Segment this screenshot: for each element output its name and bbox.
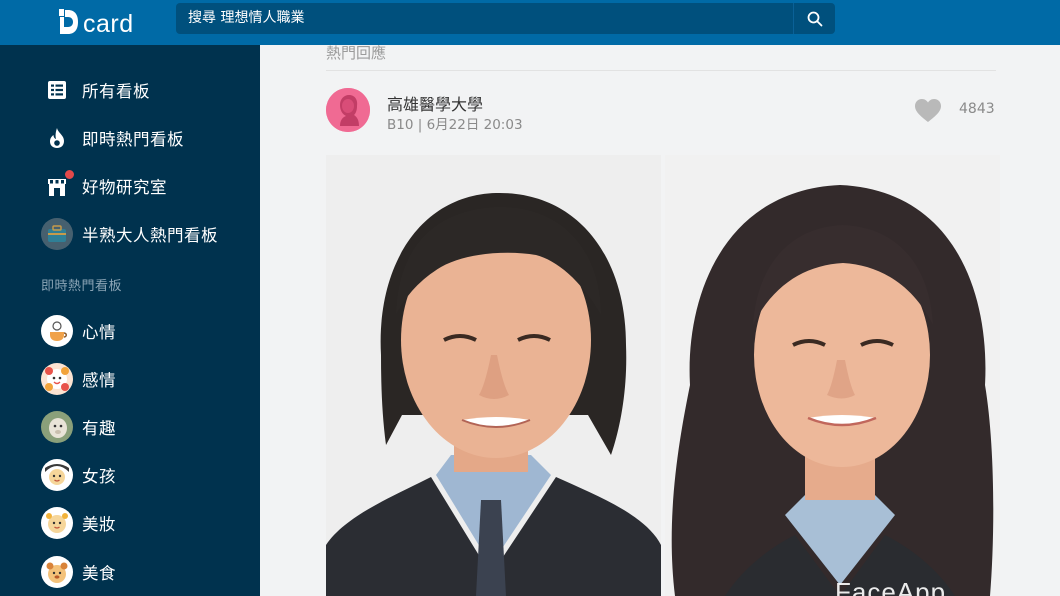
makeup-icon: [41, 507, 73, 539]
dcard-logo[interactable]: card: [58, 6, 134, 38]
sidebar-item-label: 好物研究室: [82, 178, 167, 197]
sidebar-item-hot-boards[interactable]: 即時熱門看板: [0, 116, 260, 160]
briefcase-icon: [41, 218, 73, 250]
relationship-icon: [41, 363, 73, 395]
search-input[interactable]: 搜尋 理想情人職業: [176, 3, 793, 34]
female-avatar-icon: [326, 88, 370, 132]
section-title-hot-boards: 即時熱門看板: [41, 279, 123, 294]
sidebar-item-all-boards[interactable]: 所有看板: [0, 68, 260, 112]
sidebar-item-good-stuff-lab[interactable]: 好物研究室: [0, 164, 260, 208]
food-icon: [41, 556, 73, 588]
funny-icon: [41, 411, 73, 443]
sidebar-item-label: 感情: [82, 371, 116, 390]
board-list-icon: [41, 74, 73, 106]
sidebar-item-makeup[interactable]: 美妝: [0, 501, 260, 545]
search-icon: [807, 11, 822, 26]
post-meta: B10 | 6月22日 20:03: [387, 117, 523, 133]
post-image-original[interactable]: [326, 155, 661, 596]
sidebar-item-food[interactable]: 美食: [0, 550, 260, 594]
sidebar-item-girl[interactable]: 女孩: [0, 453, 260, 497]
fire-icon: [41, 122, 73, 154]
like-button[interactable]: [914, 98, 942, 124]
sidebar-item-label: 心情: [82, 323, 116, 342]
girl-icon: [41, 459, 73, 491]
sidebar-item-label: 有趣: [82, 419, 116, 438]
section-heading: 熱門回應: [326, 44, 387, 62]
author-school[interactable]: 高雄醫學大學: [387, 91, 483, 115]
sidebar-item-label: 半熟大人熱門看板: [82, 226, 218, 245]
post-image-faceapp[interactable]: FaceApp: [665, 155, 1000, 596]
divider: [326, 70, 996, 71]
faceapp-watermark: FaceApp: [835, 577, 947, 596]
heart-icon: [915, 99, 941, 122]
sidebar: 所有看板 即時熱門看板 好物研究室 半熟大人熱門看板 即時熱門看板 心情 感情 …: [0, 45, 260, 596]
logo-text: card: [83, 9, 134, 38]
top-bar: card 搜尋 理想情人職業: [0, 0, 1060, 45]
sidebar-item-label: 美妝: [82, 515, 116, 534]
mood-icon: [41, 315, 73, 347]
notification-dot: [64, 169, 75, 180]
like-count: 4843: [959, 101, 995, 117]
store-icon: [41, 169, 75, 202]
sidebar-item-mood[interactable]: 心情: [0, 309, 260, 353]
sidebar-item-adult-hot-boards[interactable]: 半熟大人熱門看板: [0, 212, 260, 256]
user-avatar[interactable]: [326, 88, 370, 132]
dcard-logo-icon: [58, 8, 80, 36]
main-content: 熱門回應 高雄醫學大學 B10 | 6月22日 20:03 4843 FaceA…: [260, 44, 1060, 596]
sidebar-item-label: 女孩: [82, 467, 116, 486]
sidebar-item-label: 美食: [82, 564, 116, 583]
sidebar-item-relationship[interactable]: 感情: [0, 357, 260, 401]
sidebar-item-label: 即時熱門看板: [82, 130, 184, 149]
search-button[interactable]: [793, 3, 835, 34]
sidebar-item-funny[interactable]: 有趣: [0, 405, 260, 449]
sidebar-item-label: 所有看板: [82, 82, 150, 101]
